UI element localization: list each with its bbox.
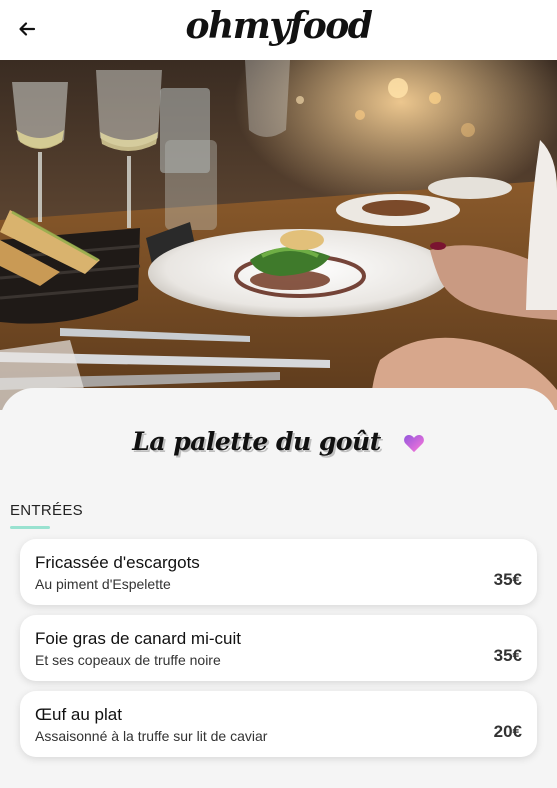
restaurant-title-row: La palette du goût bbox=[0, 421, 557, 461]
app-header: ohmyfood bbox=[0, 0, 557, 60]
menu-item-description: Et ses copeaux de truffe noire bbox=[35, 652, 221, 668]
menu-item-price: 35€ bbox=[493, 570, 522, 589]
menu-item-description: Assaisonné à la truffe sur lit de caviar bbox=[35, 728, 268, 744]
menu-item-name: Foie gras de canard mi-cuit bbox=[35, 629, 241, 648]
menu-item-name: Fricassée d'escargots bbox=[35, 553, 200, 572]
restaurant-name: La palette du goût bbox=[132, 426, 381, 456]
menu-item[interactable]: Fricassée d'escargots Au piment d'Espele… bbox=[20, 539, 537, 605]
menu-panel: La palette du goût ENTRÉES Fricassée d'e… bbox=[0, 388, 557, 788]
section-underline bbox=[10, 526, 50, 529]
menu-item-description: Au piment d'Espelette bbox=[35, 576, 171, 592]
menu-item[interactable]: Foie gras de canard mi-cuit Et ses copea… bbox=[20, 615, 537, 681]
heart-icon[interactable] bbox=[403, 433, 425, 453]
section-title-entrees: ENTRÉES bbox=[10, 502, 83, 519]
app-logo[interactable]: ohmyfood bbox=[0, 5, 557, 47]
menu-item-price: 35€ bbox=[493, 646, 522, 665]
hero-image bbox=[0, 60, 557, 410]
menu-item-price: 20€ bbox=[493, 722, 522, 741]
menu-item[interactable]: Œuf au plat Assaisonné à la truffe sur l… bbox=[20, 691, 537, 757]
menu-item-name: Œuf au plat bbox=[35, 705, 122, 724]
